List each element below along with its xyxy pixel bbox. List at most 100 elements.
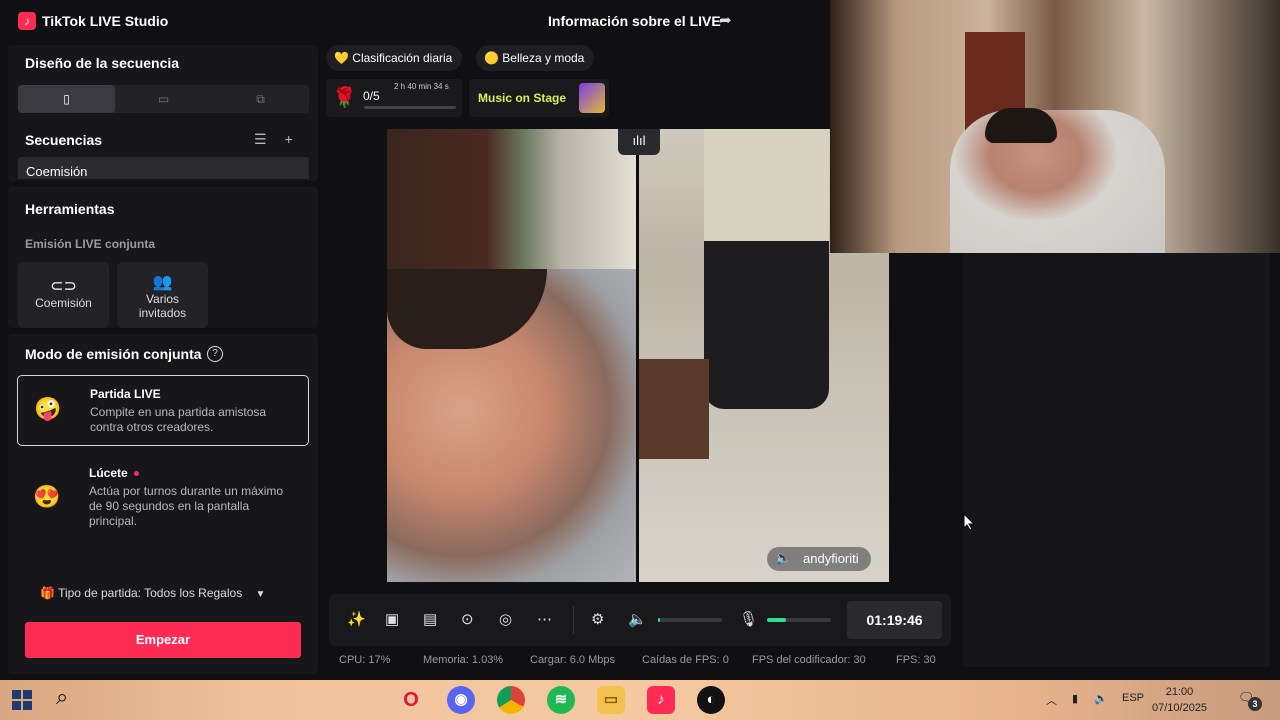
rose-goal-card[interactable]: 🌹 0/5 2 h 40 min 34 s <box>326 79 462 117</box>
opera-icon[interactable]: O <box>397 686 425 714</box>
filmstrip-icon[interactable]: ▤ <box>423 610 437 628</box>
chevron-up-icon[interactable]: ︿ <box>1046 692 1057 708</box>
help-icon[interactable]: ? <box>207 346 223 362</box>
sequence-item[interactable]: Coemisión <box>18 157 309 179</box>
video-divider <box>636 129 639 582</box>
speaker-icon[interactable]: 🔈 <box>1094 692 1108 705</box>
mouse-cursor-icon <box>963 513 975 531</box>
encoder-fps-stat: FPS del codificador: 30 <box>752 654 866 666</box>
guest-furniture <box>639 359 709 459</box>
volume-slider[interactable] <box>658 618 722 622</box>
language-indicator[interactable]: ESP <box>1122 692 1144 704</box>
control-bar: ✨ ▣ ▤ ⊙ ◎ ⋯ ⚙ 🔈 🎙 01:19:46 <box>329 594 951 646</box>
mode-card-spotlight[interactable]: 😍 Lúcete Actúa por turnos durante un máx… <box>17 460 309 540</box>
list-icon[interactable]: ☰ <box>254 131 267 148</box>
notification-count: 3 <box>1248 697 1262 711</box>
clock-time: 21:00 <box>1165 686 1194 698</box>
match-type-label: Tipo de partida: Todos los Regalos <box>58 586 243 600</box>
taskbar: ⌕ O ◉ ≋ ▭ ♪ ◐ ︿ ▮ 🔈 ESP 21:00 07/10/2025… <box>0 680 1280 720</box>
record-icon[interactable]: ⊙ <box>461 610 474 628</box>
obs-icon[interactable]: ◐ <box>697 686 725 714</box>
share-icon[interactable]: ➦ <box>719 11 737 29</box>
media-icon[interactable]: ▣ <box>385 610 399 628</box>
host-video <box>387 129 636 582</box>
mode-card-live-match[interactable]: 🤪 Partida LIVE Compite en una partida am… <box>17 375 309 446</box>
clock-date: 07/10/2025 <box>1152 702 1208 714</box>
clock[interactable]: 21:00 07/10/2025 <box>1152 684 1207 716</box>
chrome-icon[interactable] <box>497 686 525 714</box>
mic-slider[interactable] <box>767 618 831 622</box>
cpu-stat: CPU: 17% <box>339 654 391 666</box>
stage-badge-icon <box>579 83 605 113</box>
streamer-hair <box>985 108 1057 143</box>
multi-guest-tool-button[interactable]: 👥 Varios invitados <box>117 262 208 328</box>
upload-stat: Cargar: 6.0 Mbps <box>530 654 615 666</box>
tiktok-studio-icon[interactable]: ♪ <box>647 686 675 714</box>
effects-icon[interactable]: ✨ <box>347 610 366 628</box>
guest-tag[interactable]: 🔈 andyfioriti <box>767 547 871 571</box>
music-on-stage-card[interactable]: Music on Stage <box>469 79 609 117</box>
separator <box>573 606 574 634</box>
spotlight-emoji-icon: 😍 <box>33 484 61 509</box>
category-chip[interactable]: 🟡 Belleza y moda <box>476 45 595 71</box>
windows-start-icon[interactable] <box>12 690 32 710</box>
match-type-dropdown[interactable]: 🎁 Tipo de partida: Todos los Regalos ▼ <box>40 586 265 600</box>
rose-icon: 🌹 <box>332 87 357 109</box>
app-window: ♪ TikTok LIVE Studio Información sobre e… <box>0 0 1280 680</box>
tiktok-logo-icon: ♪ <box>18 12 36 30</box>
live-info-link[interactable]: Información sobre el LIVE <box>548 13 721 29</box>
sequences-title: Secuencias <box>25 132 103 148</box>
camera-preview <box>830 0 1280 253</box>
rose-progress-bar <box>364 106 456 109</box>
mode-description: Actúa por turnos durante un máximo de 90… <box>89 484 284 528</box>
guest-figure <box>704 129 829 409</box>
stage-label: Music on Stage <box>478 91 567 105</box>
mode-title: Modo de emisión conjunta <box>25 346 202 362</box>
tool-label: Varios invitados <box>138 292 187 320</box>
live-timer: 01:19:46 <box>847 601 942 639</box>
layout-dual-button[interactable]: ⧉ <box>212 85 309 113</box>
battery-icon[interactable]: ▮ <box>1072 692 1078 705</box>
gift-icon: 🎁 <box>40 586 55 600</box>
mode-description: Compite en una partida amistosa contra o… <box>90 405 267 434</box>
rose-count: 0/5 <box>363 89 380 103</box>
right-pane <box>963 253 1270 667</box>
add-icon[interactable]: + <box>285 131 293 148</box>
layout-landscape-button[interactable]: ▭ <box>115 85 212 113</box>
volume-fill <box>658 618 660 622</box>
link-icon: ⊂⊃ <box>50 278 77 295</box>
people-icon: 👥 <box>152 274 173 291</box>
ranking-chip[interactable]: 💛 Clasificación diaria <box>326 45 463 71</box>
flame-icon: 💛 <box>334 51 349 65</box>
joint-live-label: Emisión LIVE conjunta <box>25 237 156 251</box>
microphone-icon[interactable]: 🎙 <box>739 610 758 628</box>
more-icon[interactable]: ⋯ <box>537 610 552 628</box>
tool-label: Coemisión <box>35 296 92 310</box>
streamer-figure <box>950 110 1165 253</box>
chevron-down-icon: ▼ <box>255 589 266 600</box>
fps-stat: FPS: 30 <box>896 654 936 666</box>
audio-wave-icon[interactable]: ılıl <box>618 129 660 155</box>
ranking-label: Clasificación diaria <box>352 51 453 65</box>
folder-icon[interactable]: ▭ <box>597 686 625 714</box>
spotify-icon[interactable]: ≋ <box>547 686 575 714</box>
start-button[interactable]: Empezar <box>25 622 301 658</box>
tools-title: Herramientas <box>25 201 115 217</box>
mic-fill <box>767 618 787 622</box>
new-dot <box>133 471 139 477</box>
layout-selector: ▯ ▭ ⧉ <box>18 85 309 113</box>
volume-icon[interactable]: 🔈 <box>628 610 647 628</box>
notification-icon[interactable]: 🗨 3 <box>1238 690 1262 711</box>
category-label: Belleza y moda <box>502 51 585 65</box>
fps-drops-stat: Caídas de FPS: 0 <box>642 654 729 666</box>
speaker-icon[interactable]: 🔈 <box>775 550 791 566</box>
layout-portrait-button[interactable]: ▯ <box>18 85 115 113</box>
screenshot-icon[interactable]: ◎ <box>499 610 512 628</box>
sequence-actions: ☰ + <box>254 131 293 148</box>
match-emoji-icon: 🤪 <box>34 396 62 421</box>
discord-icon[interactable]: ◉ <box>447 686 475 714</box>
cohost-tool-button[interactable]: ⊂⊃ Coemisión <box>18 262 109 328</box>
search-icon[interactable]: ⌕ <box>56 684 170 716</box>
coin-icon: 🟡 <box>484 51 499 65</box>
settings-sliders-icon[interactable]: ⚙ <box>591 610 604 628</box>
